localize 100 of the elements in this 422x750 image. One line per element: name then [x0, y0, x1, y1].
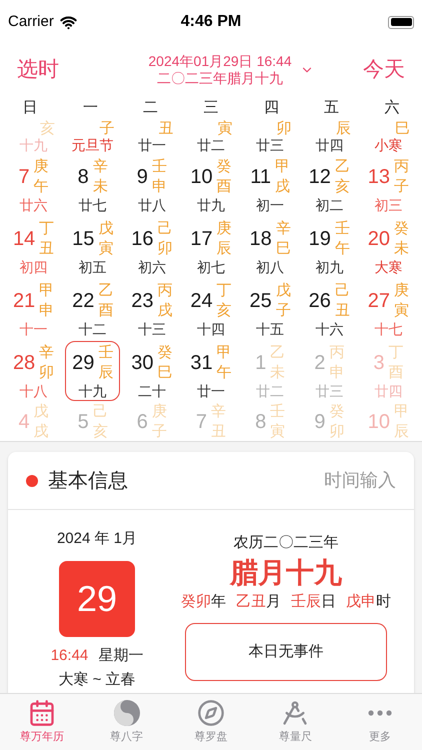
lunar-text: 初五: [78, 258, 107, 276]
day-number: 10: [368, 410, 390, 435]
stem-text: 己: [334, 280, 350, 300]
lunar-text: 十四: [196, 320, 225, 338]
branch-text: 辰: [394, 422, 410, 442]
branch-text: 寅: [98, 238, 114, 258]
branch-text: 巳: [276, 238, 291, 258]
weekday-label: 二: [142, 98, 160, 118]
lunar-text: 初三: [374, 196, 402, 214]
branch-text: 卯: [39, 362, 54, 382]
pick-time-button[interactable]: 选时: [17, 54, 59, 86]
branch-text: 子: [152, 422, 167, 442]
day-tile: 29: [59, 560, 135, 636]
calendar-icon: [28, 698, 56, 727]
stem-text: 丁: [216, 280, 232, 300]
branch-text: 申: [329, 362, 344, 382]
lunar-text: 初七: [196, 258, 225, 276]
branch-text: 未: [394, 238, 410, 258]
lunar-text: 廿一: [196, 382, 225, 400]
stem-text: 壬: [270, 402, 286, 422]
lunar-text: 二十: [138, 382, 166, 400]
branch-text: 丑: [334, 300, 350, 320]
branch-text: 酉: [388, 362, 404, 382]
branch-text: 戌: [34, 422, 49, 442]
today-button[interactable]: 今天: [363, 54, 405, 86]
date-picker-button[interactable]: 2024年01月29日 16:44 二〇二三年腊月十九: [108, 53, 314, 87]
branch-text: 亥: [92, 422, 108, 442]
day-number: 8: [78, 164, 89, 190]
branch-text: 戌: [275, 176, 290, 196]
lunar-text: 元旦节: [70, 137, 115, 154]
lunar-date-text: 腊月十九: [230, 556, 342, 590]
yin-yang-icon: [112, 698, 141, 727]
pillar-text: 乙丑月: [236, 592, 281, 612]
day-number: 30: [131, 350, 154, 376]
day-number: 5: [78, 410, 89, 435]
stem-text: 癸: [216, 156, 232, 176]
stem-text: 戊: [276, 280, 291, 300]
lunar-text: 初一: [256, 196, 284, 214]
tab-item[interactable]: 更多: [338, 694, 422, 750]
lunar-text: 十七: [374, 320, 402, 338]
day-number: 6: [136, 410, 148, 435]
lunar-text: 初八: [256, 258, 284, 276]
lunar-text: 廿四: [314, 137, 344, 154]
day-number: 16: [131, 226, 154, 252]
day-number: 18: [250, 226, 272, 252]
stem-text: 己: [157, 218, 172, 238]
day-number: 20: [368, 226, 390, 252]
branch-text: 午: [334, 238, 350, 258]
stem-text: 辛: [92, 156, 108, 176]
branch-text: 戌: [157, 300, 172, 320]
branch-text: 寅: [218, 120, 233, 137]
tab-item[interactable]: 尊八字: [84, 694, 169, 750]
stem-text: 乙: [334, 156, 350, 176]
day-number: 1: [255, 350, 266, 376]
branch-text: 丑: [211, 422, 226, 442]
branch-text: 卯: [157, 238, 172, 258]
day-number: 9: [314, 410, 326, 435]
lunar-text: 廿四: [374, 382, 402, 400]
stem-text: 庚: [34, 156, 49, 176]
solar-term-text: 大寒 ~ 立春: [58, 670, 136, 690]
pillar-text: 戊申 时: [346, 592, 391, 612]
stem-text: 癸: [394, 218, 410, 238]
day-number: 13: [368, 164, 390, 190]
weekday-label: 一: [82, 98, 99, 118]
tab-item[interactable]: 尊罗盘: [168, 694, 254, 750]
lunar-text: 廿七: [78, 196, 107, 214]
lunar-text: 廿八: [138, 196, 166, 214]
day-number: 19: [308, 226, 331, 252]
stem-text: 庚: [152, 402, 167, 422]
day-number: 24: [190, 288, 213, 314]
stem-text: 丙: [329, 342, 344, 362]
lunar-year-text: 农历二〇二三年: [234, 533, 338, 553]
stem-text: 戊: [98, 218, 114, 238]
tab-item[interactable]: 尊万年历: [0, 694, 84, 750]
day-number: 8: [255, 410, 266, 435]
tab-item[interactable]: 尊量尺: [253, 694, 338, 750]
stem-text: 壬: [334, 218, 350, 238]
day-number: 15: [72, 226, 94, 252]
branch-text: 申: [39, 300, 54, 320]
day-number: 31: [190, 350, 213, 376]
lunar-text: 初二: [315, 196, 344, 214]
lunar-text: 十五: [256, 320, 284, 338]
stem-text: 庚: [394, 280, 410, 300]
day-number: 27: [368, 288, 390, 314]
branch-text: 寅: [270, 422, 286, 442]
time-input-link[interactable]: 时间输入: [324, 467, 396, 494]
lunar-date-text: 二〇二三年腊月十九: [157, 70, 283, 87]
lunar-text: 廿二: [196, 137, 226, 154]
branch-text: 丑: [158, 120, 174, 137]
day-number: 21: [12, 288, 36, 314]
stem-text: 庚: [216, 218, 232, 238]
day-number: 25: [250, 288, 272, 314]
branch-text: 辰: [98, 362, 114, 382]
lunar-text: 廿二: [256, 382, 284, 400]
stem-text: 癸: [157, 342, 172, 362]
battery-icon: [388, 16, 414, 28]
drafting-compass-icon: [281, 698, 310, 727]
wifi-icon: [60, 14, 77, 30]
clock-text: 4:46 PM: [180, 12, 242, 32]
pillar-text: 壬辰日: [291, 592, 336, 612]
